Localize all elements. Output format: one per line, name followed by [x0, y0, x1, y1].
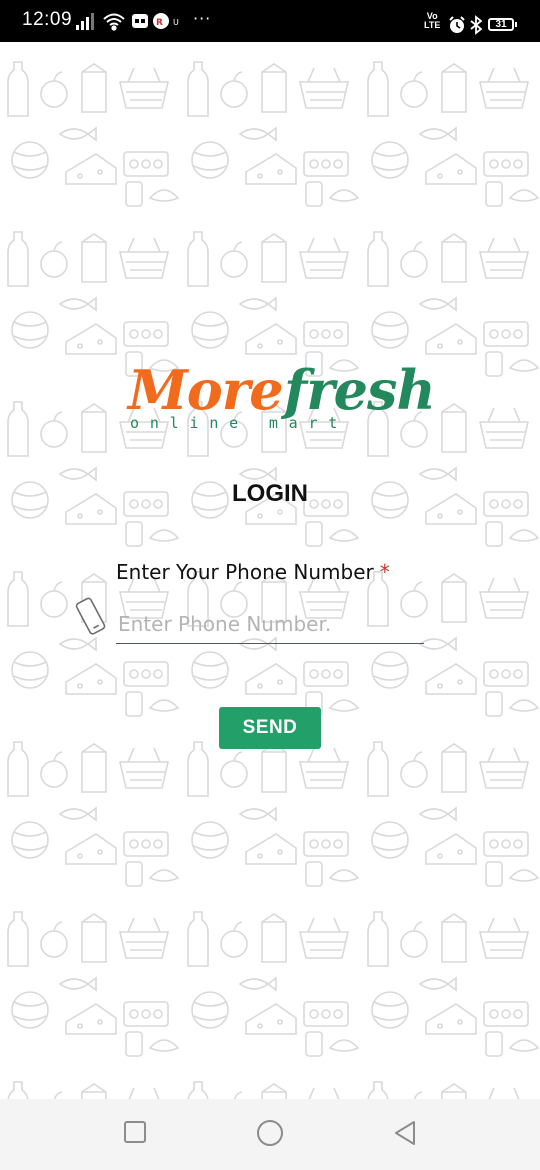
more-fresh-logo: More fresh online mart — [128, 358, 436, 438]
signal-icon — [76, 13, 94, 30]
status-bar: 12:09 R U ··· Vo LTE 31 — [0, 0, 540, 42]
recent-apps-button[interactable] — [123, 1119, 147, 1145]
logo-word-more: More — [128, 358, 284, 422]
phone-number-input[interactable] — [116, 604, 424, 644]
back-button[interactable] — [392, 1119, 418, 1147]
logo-word-fresh: fresh — [284, 358, 436, 422]
svg-text:U: U — [173, 18, 179, 27]
phone-icon — [75, 597, 106, 635]
home-button[interactable] — [256, 1119, 284, 1147]
phone-number-label: Enter Your Phone Number * — [116, 560, 390, 584]
phone-number-label-text: Enter Your Phone Number — [116, 560, 374, 584]
battery-icon: 31 — [488, 18, 517, 31]
required-asterisk: * — [379, 560, 390, 584]
alarm-icon — [449, 16, 465, 33]
status-time: 12:09 — [22, 9, 73, 30]
svg-text:R: R — [156, 18, 163, 28]
small-app-icon: U — [173, 18, 179, 27]
page-title: LOGIN — [232, 480, 308, 507]
volte-indicator: Vo LTE — [424, 11, 441, 30]
wifi-icon — [103, 13, 125, 31]
app-notification-icon: R — [153, 13, 169, 29]
status-notification-icons: R U — [76, 13, 179, 31]
more-notifications-indicator: ··· — [193, 9, 212, 28]
system-navigation-bar — [0, 1099, 540, 1170]
logo-tagline: online mart — [130, 414, 349, 432]
send-button[interactable]: SEND — [219, 707, 321, 749]
bluetooth-icon — [470, 15, 482, 35]
message-app-icon — [132, 14, 148, 28]
